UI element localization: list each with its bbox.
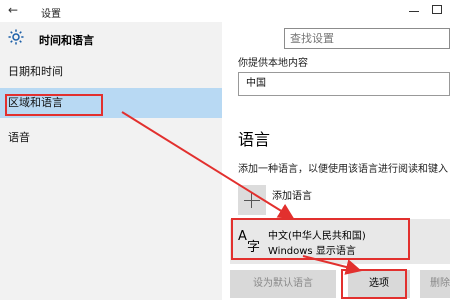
- add-language-label: 添加语言: [272, 191, 312, 202]
- language-buttons: 设为默认语言 选项 删除: [230, 270, 450, 300]
- set-default-button[interactable]: 设为默认语言: [230, 270, 336, 298]
- country-select[interactable]: 中国: [238, 72, 450, 96]
- minimize-icon[interactable]: [404, 2, 424, 18]
- language-subtitle: Windows 显示语言: [268, 246, 356, 257]
- maximize-icon[interactable]: [432, 5, 442, 14]
- svg-text:A: A: [238, 229, 247, 244]
- country-hint: 你提供本地内容: [238, 58, 308, 69]
- language-description: 添加一种语言，以便使用该语言进行阅读和键入: [238, 164, 448, 175]
- language-entry[interactable]: A 字 中文(中华人民共和国) Windows 显示语言: [230, 219, 450, 264]
- add-language-button[interactable]: 添加语言: [238, 185, 448, 217]
- main-content: 你提供本地内容 中国 语言 添加一种语言，以便使用该语言进行阅读和键入 添加语言…: [222, 22, 450, 300]
- language-icon: A 字: [238, 229, 260, 253]
- language-heading: 语言: [238, 130, 271, 149]
- sidebar-item-date-time[interactable]: 日期和时间: [0, 57, 222, 87]
- title-bar: ← 设置: [0, 0, 450, 22]
- sidebar-item-region-language[interactable]: 区域和语言: [0, 88, 222, 118]
- section-title: 时间和语言: [39, 34, 94, 47]
- options-button[interactable]: 选项: [348, 270, 410, 298]
- gear-icon: [8, 29, 24, 45]
- sidebar: 时间和语言 日期和时间 区域和语言 语音: [0, 22, 222, 300]
- language-name: 中文(中华人民共和国): [268, 231, 366, 242]
- back-arrow-icon[interactable]: ←: [8, 3, 18, 17]
- search-input[interactable]: [284, 28, 450, 49]
- remove-button[interactable]: 删除: [420, 270, 450, 298]
- sidebar-header: 时间和语言: [0, 22, 222, 56]
- sidebar-item-speech[interactable]: 语音: [0, 123, 222, 153]
- window-title: 设置: [41, 9, 61, 20]
- svg-text:字: 字: [247, 240, 260, 253]
- plus-icon: [238, 185, 266, 215]
